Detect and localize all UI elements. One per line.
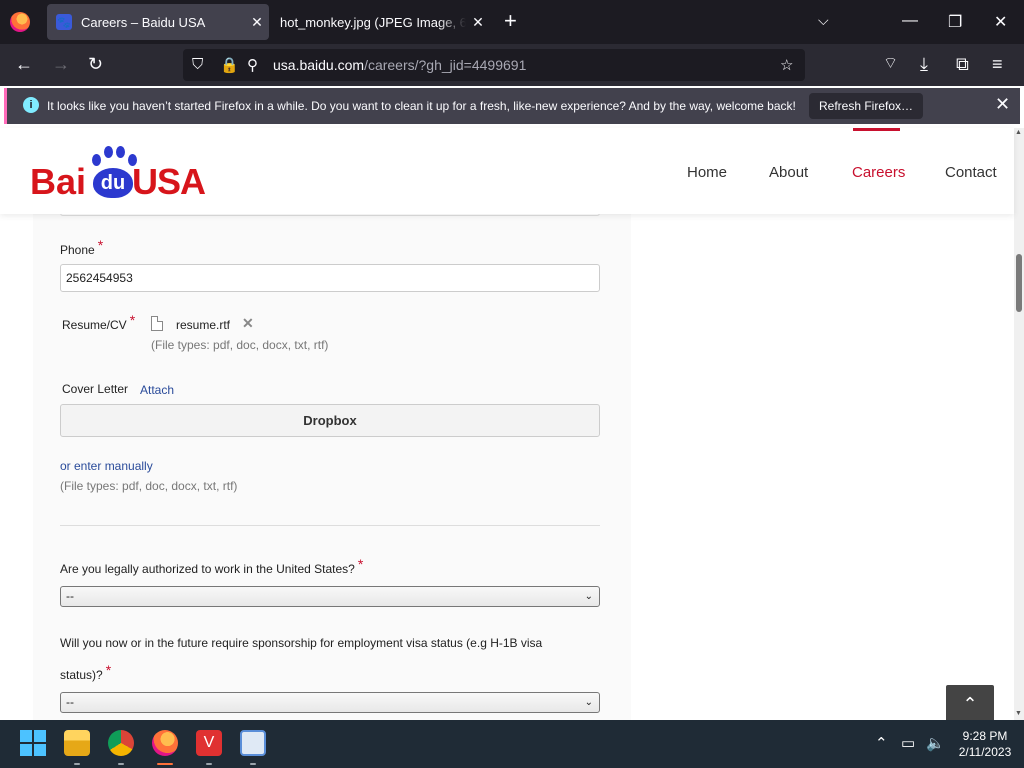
attach-link[interactable]: Attach: [140, 383, 174, 397]
file-icon: [151, 316, 163, 331]
minimize-icon[interactable]: —: [902, 12, 918, 30]
close-tab-icon[interactable]: ✕: [466, 14, 490, 31]
work-authorization-label: Are you legally authorized to work in th…: [60, 556, 364, 576]
windows-taskbar: V ⌃ ▭ 🔈 9:28 PM 2/11/2023: [0, 720, 1024, 768]
enter-manually-link[interactable]: or enter manually: [60, 459, 153, 473]
chrome-icon[interactable]: [108, 730, 134, 756]
chevron-down-icon: ⌄: [584, 591, 593, 602]
close-window-icon[interactable]: ✕: [994, 12, 1007, 32]
remove-file-icon[interactable]: ✕: [242, 315, 254, 332]
back-arrow-icon[interactable]: ←: [15, 54, 33, 74]
resume-file-types: (File types: pdf, doc, docx, txt, rtf): [151, 338, 329, 352]
chevron-down-icon: ⌄: [584, 697, 593, 708]
firefox-icon[interactable]: [10, 12, 30, 32]
baidu-usa-logo[interactable]: Bai du USA: [30, 146, 210, 202]
vivaldi-icon[interactable]: V: [196, 730, 222, 756]
shield-icon[interactable]: ⛉: [192, 56, 203, 73]
active-nav-indicator: [853, 128, 900, 131]
extensions-icon[interactable]: ⧉: [956, 54, 969, 74]
resume-file-name: resume.rtf: [176, 318, 231, 332]
sponsorship-select[interactable]: -- ⌄: [60, 692, 600, 713]
nav-home[interactable]: Home: [687, 164, 727, 181]
logo-text-bai: Bai: [30, 161, 87, 202]
required-asterisk: *: [105, 662, 112, 678]
close-tab-icon[interactable]: ✕: [245, 14, 269, 31]
phone-input[interactable]: 2562454953: [60, 264, 600, 292]
site-header: Bai du USA Home About Careers Contact: [0, 128, 1014, 214]
lock-icon[interactable]: 🔒: [220, 56, 239, 74]
cover-letter-label: Cover Letter: [62, 382, 129, 396]
close-notification-icon[interactable]: ✕: [995, 94, 1010, 115]
scrollbar-thumb[interactable]: [1016, 254, 1022, 312]
notification-bar: i It looks like you haven’t started Fire…: [4, 88, 1020, 124]
restore-icon[interactable]: ❐: [948, 12, 962, 32]
resume-label: Resume/CV *: [62, 312, 136, 332]
scroll-up-arrow-icon[interactable]: ▲: [1015, 129, 1022, 136]
tab-careers[interactable]: 🐾 Careers – Baidu USA ✕: [47, 4, 269, 40]
required-asterisk: *: [97, 237, 104, 253]
info-icon: i: [23, 97, 39, 113]
list-tabs-chevron-icon[interactable]: ⌵: [818, 12, 829, 29]
new-tab-plus-icon[interactable]: +: [504, 10, 517, 32]
paw-toe: [92, 154, 101, 166]
nav-careers[interactable]: Careers: [852, 164, 905, 181]
paw-toe: [116, 146, 125, 158]
show-hidden-icons-chevron-icon[interactable]: ⌃: [875, 734, 888, 752]
cover-file-types: (File types: pdf, doc, docx, txt, rtf): [60, 479, 238, 493]
sponsorship-label-line1: Will you now or in the future require sp…: [60, 636, 543, 650]
phone-label: Phone *: [60, 237, 104, 257]
permissions-icon[interactable]: ⚲: [247, 56, 258, 74]
refresh-firefox-button[interactable]: Refresh Firefox…: [809, 93, 923, 119]
clock-time: 9:28 PM: [962, 729, 1008, 743]
paw-toe: [104, 146, 113, 158]
section-divider: [60, 525, 600, 526]
windows-start-icon[interactable]: [20, 730, 46, 756]
url-text[interactable]: usa.baidu.com/careers/?gh_jid=4499691: [273, 57, 526, 73]
address-bar[interactable]: ⛉ 🔒 ⚲ usa.baidu.com/careers/?gh_jid=4499…: [183, 49, 805, 81]
tab-title: Careers – Baidu USA: [81, 14, 206, 30]
nav-about[interactable]: About: [769, 164, 808, 181]
scroll-down-arrow-icon[interactable]: ▼: [1015, 710, 1022, 717]
sponsorship-label-line2: status)? *: [60, 662, 112, 682]
file-explorer-icon[interactable]: [64, 730, 90, 756]
downloads-icon[interactable]: ⤓: [920, 54, 928, 74]
required-asterisk: *: [129, 312, 136, 328]
work-authorization-select[interactable]: -- ⌄: [60, 586, 600, 607]
required-asterisk: *: [357, 556, 364, 572]
notification-message: It looks like you haven’t started Firefo…: [47, 99, 796, 113]
browser-tab-strip: 🐾 Careers – Baidu USA ✕ hot_monkey.jpg (…: [0, 0, 1024, 44]
logo-text-usa: USA: [132, 161, 206, 202]
menu-hamburger-icon[interactable]: ≡: [992, 54, 1003, 74]
firefox-taskbar-icon[interactable]: [152, 730, 178, 756]
logo-paw-du: du: [93, 168, 133, 198]
forward-arrow-icon[interactable]: →: [52, 54, 70, 74]
tab-title: hot_monkey.jpg (JPEG Image, 680 × 680 pi…: [280, 14, 466, 30]
pocket-icon[interactable]: ⌔: [883, 54, 898, 74]
browser-toolbar: ← → ↻ ⛉ 🔒 ⚲ usa.baidu.com/careers/?gh_ji…: [0, 44, 1024, 86]
taskbar-clock[interactable]: 9:28 PM 2/11/2023: [950, 728, 1020, 760]
baidu-paw-icon: 🐾: [56, 14, 72, 30]
notepad-icon[interactable]: [240, 730, 266, 756]
volume-icon[interactable]: 🔈: [926, 734, 945, 752]
bookmark-star-icon[interactable]: ☆: [780, 56, 793, 74]
dropbox-button[interactable]: Dropbox: [60, 404, 600, 437]
back-to-top-button[interactable]: ⌃: [946, 685, 994, 723]
nav-contact[interactable]: Contact: [945, 164, 997, 181]
reload-icon[interactable]: ↻: [88, 54, 103, 74]
network-icon[interactable]: ▭: [901, 734, 915, 752]
clock-date: 2/11/2023: [958, 745, 1012, 759]
page-scrollbar[interactable]: [1014, 128, 1024, 720]
tab-hot-monkey[interactable]: hot_monkey.jpg (JPEG Image, 680 × 680 pi…: [272, 4, 490, 40]
